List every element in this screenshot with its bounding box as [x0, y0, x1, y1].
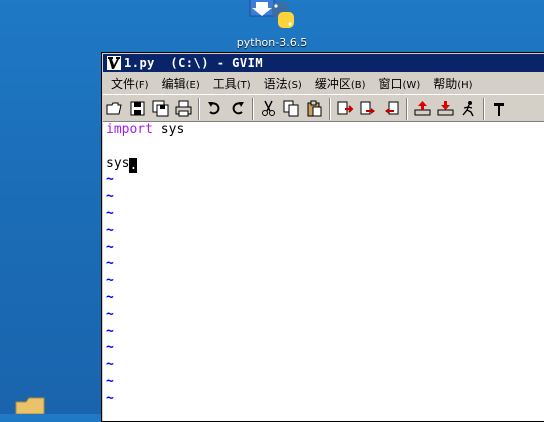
text-cursor: .	[129, 157, 138, 173]
toolbar-separator	[198, 97, 200, 120]
open-button[interactable]	[103, 97, 126, 120]
folder-icon[interactable]	[14, 396, 50, 414]
find-next-button[interactable]	[357, 97, 380, 120]
print-button[interactable]	[172, 97, 195, 120]
empty-line-markers: ~ ~ ~ ~ ~ ~ ~ ~ ~ ~ ~ ~ ~ ~	[103, 172, 544, 407]
python-icon	[249, 0, 294, 28]
empty-line-tilde: ~	[106, 222, 114, 238]
empty-line-tilde: ~	[106, 340, 114, 356]
save-button[interactable]	[126, 97, 149, 120]
keyword-import: import	[106, 122, 153, 137]
code-line: sys.	[106, 155, 138, 173]
empty-line-tilde: ~	[106, 323, 114, 339]
find-prev-icon	[385, 101, 399, 115]
empty-line-tilde: ~	[106, 373, 114, 389]
save-all-button[interactable]	[149, 97, 172, 120]
title-bar[interactable]: 1.py (C:\) - GVIM	[103, 54, 544, 72]
menu-syntax[interactable]: 语法(S)	[256, 75, 307, 92]
redo-icon	[232, 102, 244, 115]
text-editor[interactable]: import sys sys. ~ ~ ~ ~ ~ ~ ~ ~ ~ ~ ~ ~ ~ ~	[103, 121, 544, 421]
toolbar-separator	[252, 97, 254, 120]
print-icon	[175, 100, 192, 117]
run-script-button[interactable]	[457, 97, 480, 120]
menu-buffers[interactable]: 缓冲区(B)	[307, 75, 371, 92]
undo-button[interactable]	[203, 97, 226, 120]
empty-line-tilde: ~	[106, 256, 114, 272]
save-icon	[130, 101, 145, 116]
empty-line-tilde: ~	[106, 390, 114, 406]
empty-line-tilde: ~	[106, 172, 114, 188]
empty-line-tilde: ~	[106, 357, 114, 373]
make-button[interactable]	[488, 97, 511, 120]
toolbar-separator	[329, 97, 331, 120]
run-script-icon	[462, 101, 474, 117]
code-line: import sys	[106, 122, 185, 137]
empty-line-tilde: ~	[106, 239, 114, 255]
load-session-button[interactable]	[411, 97, 434, 120]
toolbar-separator	[406, 97, 408, 120]
empty-line-tilde: ~	[106, 273, 114, 289]
menu-file[interactable]: 文件(F)	[103, 75, 154, 92]
menu-help[interactable]: 帮助(H)	[425, 75, 477, 92]
cut-button[interactable]	[257, 97, 280, 120]
toolbar	[103, 94, 544, 123]
menu-tools[interactable]: 工具(T)	[205, 75, 256, 92]
save-all-icon	[152, 100, 169, 117]
copy-icon	[283, 100, 299, 117]
save-session-icon	[437, 101, 454, 116]
desktop-icon-label: python-3.6.5	[236, 36, 308, 49]
menu-edit[interactable]: 编辑(E)	[154, 75, 205, 92]
gvim-window: 1.py (C:\) - GVIM 文件(F) 编辑(E) 工具(T) 语法(S…	[101, 52, 544, 422]
empty-line-tilde: ~	[106, 189, 114, 205]
paste-button[interactable]	[303, 97, 326, 120]
empty-line-tilde: ~	[106, 306, 114, 322]
cut-icon	[262, 100, 275, 116]
undo-icon	[208, 102, 220, 115]
paste-icon	[307, 100, 322, 117]
vim-icon	[107, 56, 121, 70]
empty-line-tilde: ~	[106, 205, 114, 221]
find-next-icon	[360, 101, 375, 115]
find-prev-button[interactable]	[380, 97, 403, 120]
toolbar-separator	[483, 97, 485, 120]
redo-button[interactable]	[226, 97, 249, 120]
make-icon	[494, 103, 504, 116]
python-installer-desktop-icon[interactable]: python-3.6.5	[232, 0, 312, 52]
menu-bar: 文件(F) 编辑(E) 工具(T) 语法(S) 缓冲区(B) 窗口(W) 帮助(…	[103, 73, 544, 93]
find-replace-button[interactable]	[334, 97, 357, 120]
load-session-icon	[414, 101, 431, 116]
empty-line-tilde: ~	[106, 289, 114, 305]
find-replace-icon	[337, 101, 354, 115]
menu-window[interactable]: 窗口(W)	[371, 75, 426, 92]
save-session-button[interactable]	[434, 97, 457, 120]
open-icon	[106, 102, 122, 115]
copy-button[interactable]	[280, 97, 303, 120]
window-title: 1.py (C:\) - GVIM	[124, 56, 264, 70]
